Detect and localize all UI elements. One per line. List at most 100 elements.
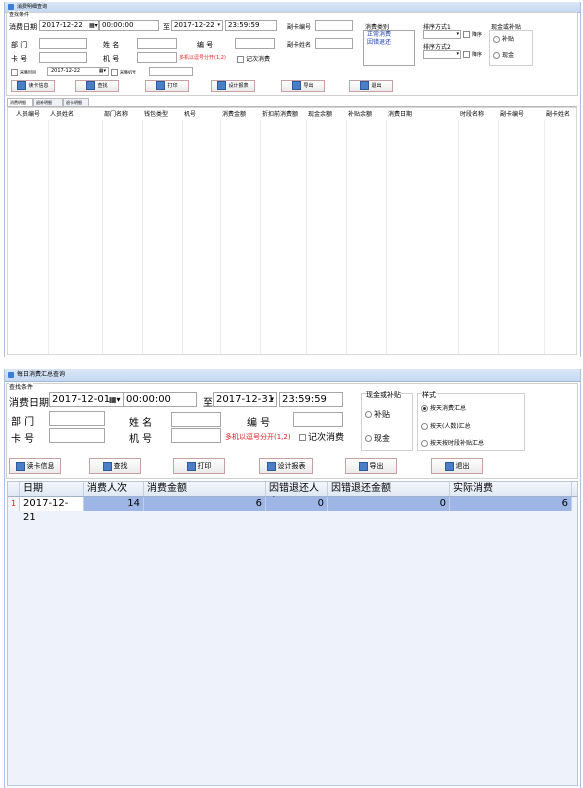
col-refund-count[interactable]: 因错退还人次 bbox=[266, 482, 328, 508]
col-person-name[interactable]: 人员姓名 bbox=[48, 110, 102, 120]
calendar-icon[interactable]: ▦▾ bbox=[89, 22, 98, 29]
collect-time-checkbox[interactable]: 采集时间 bbox=[11, 69, 36, 76]
card-input[interactable] bbox=[39, 52, 87, 63]
print-button[interactable]: 打印 bbox=[173, 458, 225, 474]
subsidy-radio[interactable] bbox=[493, 36, 500, 43]
col-subcard-name[interactable]: 副卡姓名 bbox=[544, 110, 574, 120]
cash-option-cash[interactable]: 现金 bbox=[365, 433, 390, 444]
type-option-normal[interactable]: 正常消费 bbox=[367, 31, 414, 39]
col-subcard-no[interactable]: 副卡编号 bbox=[498, 110, 544, 120]
name-input[interactable] bbox=[137, 38, 177, 49]
chevron-down-icon[interactable]: ▾ bbox=[217, 21, 220, 30]
read-card-button[interactable]: 读卡信息 bbox=[9, 458, 61, 474]
col-refund-amount[interactable]: 因错退还金额 bbox=[328, 482, 450, 496]
date-to-field[interactable]: 2017-12-22 ▾ bbox=[171, 20, 223, 31]
calendar-icon[interactable]: ▦▾ bbox=[109, 395, 121, 404]
style-option-daily-persons[interactable]: 按天(人数)汇总 bbox=[421, 421, 471, 430]
name-input[interactable] bbox=[171, 412, 221, 427]
search-button[interactable]: 查找 bbox=[75, 80, 119, 92]
print-button[interactable]: 打印 bbox=[145, 80, 189, 92]
collect-time-box[interactable] bbox=[11, 69, 18, 76]
exit-button[interactable]: 退出 bbox=[349, 80, 393, 92]
style-option-daily[interactable]: 按天消费汇总 bbox=[421, 403, 466, 412]
cell-consume-count[interactable]: 14 bbox=[84, 497, 144, 511]
dept-input[interactable] bbox=[39, 38, 87, 49]
exit-button[interactable]: 退出 bbox=[431, 458, 483, 474]
export-button[interactable]: 导出 bbox=[281, 80, 325, 92]
no-input[interactable] bbox=[293, 412, 343, 427]
col-subsidy-balance[interactable]: 补贴余额 bbox=[346, 110, 386, 120]
record-times-checkbox[interactable]: 记次消费 bbox=[237, 54, 270, 63]
table-row[interactable]: 1 2017-12-21 14 6 0 0 6 bbox=[8, 497, 577, 523]
cash-option-subsidy[interactable]: 补贴 bbox=[365, 409, 390, 420]
col-pre-discount[interactable]: 折扣前消费额 bbox=[260, 110, 306, 120]
subsidy-radio[interactable] bbox=[365, 411, 372, 418]
col-dept-name[interactable]: 部门名称 bbox=[102, 110, 142, 120]
export-button[interactable]: 导出 bbox=[345, 458, 397, 474]
card-no-input[interactable] bbox=[315, 20, 353, 31]
col-person-no[interactable]: 人员编号 bbox=[14, 110, 48, 120]
design-report-button[interactable]: 设计报表 bbox=[211, 80, 255, 92]
card-name-input[interactable] bbox=[315, 38, 353, 49]
sort1-desc-box[interactable] bbox=[463, 31, 470, 38]
no-input[interactable] bbox=[235, 38, 275, 49]
card-input[interactable] bbox=[49, 428, 105, 443]
col-wallet-type[interactable]: 钱包类型 bbox=[142, 110, 182, 120]
calendar-icon[interactable]: ▦▾ bbox=[99, 68, 106, 75]
tab-return-card-detail[interactable]: 退卡明细 bbox=[63, 98, 89, 106]
cell-refund-amount[interactable]: 0 bbox=[328, 497, 450, 511]
col-consume-date[interactable]: 消费日期 bbox=[386, 110, 458, 120]
date-to-field[interactable]: 2017-12-31 ▾ bbox=[213, 392, 277, 407]
dept-input[interactable] bbox=[49, 411, 105, 426]
col-amount[interactable]: 消费金额 bbox=[220, 110, 260, 120]
col-actual[interactable]: 实际消费 bbox=[450, 482, 572, 496]
tab-refund-detail[interactable]: 退补明细 bbox=[33, 98, 63, 106]
sort1-desc-checkbox[interactable]: 降序 bbox=[463, 31, 482, 38]
chevron-down-icon[interactable]: ▾ bbox=[270, 393, 274, 406]
collect-machine-input[interactable] bbox=[149, 67, 193, 76]
col-cash-balance[interactable]: 现金余额 bbox=[306, 110, 346, 120]
read-card-button[interactable]: 读卡信息 bbox=[11, 80, 55, 92]
col-consume-count[interactable]: 消费人次 bbox=[84, 482, 144, 496]
style-persons-radio[interactable] bbox=[421, 423, 428, 430]
sort1-select[interactable]: ▾ bbox=[423, 30, 461, 39]
cash-radio[interactable] bbox=[365, 435, 372, 442]
cell-consume-amount[interactable]: 6 bbox=[144, 497, 266, 511]
cash-option-cash[interactable]: 现金 bbox=[493, 50, 514, 59]
collect-machine-box[interactable] bbox=[111, 69, 118, 76]
col-machine-no[interactable]: 机号 bbox=[182, 110, 220, 120]
time-from-field[interactable]: 00:00:00 bbox=[99, 20, 159, 31]
col-period-name[interactable]: 时段名称 bbox=[458, 110, 498, 120]
type-option-refund[interactable]: 因错退还 bbox=[367, 39, 414, 47]
cash-option-subsidy[interactable]: 补贴 bbox=[493, 34, 514, 43]
cell-date[interactable]: 2017-12-21 bbox=[20, 497, 84, 523]
collect-machine-checkbox[interactable]: 采集机号 bbox=[111, 69, 136, 76]
cell-actual[interactable]: 6 bbox=[450, 497, 572, 511]
design-report-button[interactable]: 设计报表 bbox=[259, 458, 313, 474]
sort2-desc-box[interactable] bbox=[463, 51, 470, 58]
tab-consume-detail[interactable]: 消费明细 bbox=[7, 98, 33, 106]
style-option-period-subsidy[interactable]: 按天按时段补贴汇总 bbox=[421, 438, 484, 447]
record-times-checkbox[interactable]: 记次消费 bbox=[299, 430, 344, 443]
cell-refund-count[interactable]: 0 bbox=[266, 497, 328, 511]
col-consume-amount[interactable]: 消费金额 bbox=[144, 482, 266, 496]
chevron-down-icon[interactable]: ▾ bbox=[456, 31, 459, 37]
grid-line bbox=[220, 120, 221, 354]
style-period-radio[interactable] bbox=[421, 440, 428, 447]
chevron-down-icon[interactable]: ▾ bbox=[456, 51, 459, 57]
time-from-field[interactable]: 00:00:00 bbox=[123, 392, 197, 407]
style-daily-radio[interactable] bbox=[421, 405, 428, 412]
collect-date-field[interactable]: 2017-12-22 ▦▾ bbox=[47, 67, 109, 76]
cash-radio[interactable] bbox=[493, 52, 500, 59]
time-to-field[interactable]: 23:59:59 bbox=[225, 20, 277, 31]
time-to-field[interactable]: 23:59:59 bbox=[279, 392, 343, 407]
search-button[interactable]: 查找 bbox=[89, 458, 141, 474]
sort2-select[interactable]: ▾ bbox=[423, 50, 461, 59]
record-times-box[interactable] bbox=[237, 56, 244, 63]
col-date[interactable]: 日期 bbox=[20, 482, 84, 496]
machine-input[interactable] bbox=[171, 428, 221, 443]
record-times-box[interactable] bbox=[299, 434, 306, 441]
type-list[interactable]: 正常消费 因错退还 bbox=[363, 30, 415, 66]
machine-input[interactable] bbox=[137, 52, 177, 63]
sort2-desc-checkbox[interactable]: 降序 bbox=[463, 51, 482, 58]
